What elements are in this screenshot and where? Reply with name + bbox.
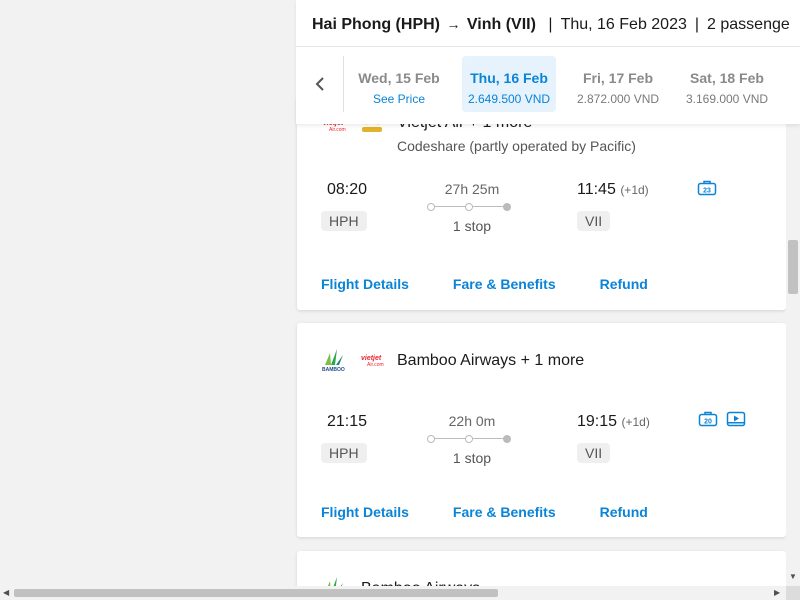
day-offset: (+1d) xyxy=(621,415,650,429)
airline-name: Bamboo Airways + 1 more xyxy=(397,352,585,369)
entertainment-icon xyxy=(726,411,746,427)
svg-text:Air.com: Air.com xyxy=(329,127,346,133)
refund-link[interactable]: Refund xyxy=(600,276,648,292)
date-label: Wed, 15 Feb xyxy=(358,70,440,86)
prev-dates-button[interactable] xyxy=(296,56,344,112)
scroll-down-icon[interactable]: ▼ xyxy=(789,572,797,581)
scroll-right-icon[interactable]: ▶ xyxy=(774,588,780,597)
fare-benefits-link[interactable]: Fare & Benefits xyxy=(453,504,556,520)
codeshare-note: Codeshare (partly operated by Pacific) xyxy=(397,138,636,154)
separator: | xyxy=(694,16,700,33)
arrive-time: 11:45 (+1d) xyxy=(577,181,649,198)
vietjet-logo-icon: vietjetAir.com xyxy=(361,355,384,368)
duration: 27h 25m xyxy=(444,181,500,197)
flight-card-1[interactable]: vietjetAir.com Vietjet Air + 1 more Code… xyxy=(297,96,786,310)
svg-text:BAMBOO: BAMBOO xyxy=(322,367,345,373)
fare-benefits-link[interactable]: Fare & Benefits xyxy=(453,276,556,292)
depart-time: 21:15 xyxy=(327,413,368,430)
refund-link[interactable]: Refund xyxy=(600,504,648,520)
horizontal-scroll-thumb[interactable] xyxy=(14,589,498,597)
scrollbar-corner xyxy=(786,586,800,600)
amenities: 20 xyxy=(698,411,746,427)
svg-text:vietjet: vietjet xyxy=(361,355,382,362)
stops-count: 1 stop xyxy=(452,218,492,234)
amenities: 23 xyxy=(697,180,717,196)
passenger-count: 2 passenge xyxy=(707,16,790,33)
flight-details-link[interactable]: Flight Details xyxy=(321,276,409,292)
see-price-link[interactable]: See Price xyxy=(352,92,446,106)
destination: Vinh (VII) xyxy=(466,16,536,33)
stop-track xyxy=(427,203,511,211)
chevron-left-icon xyxy=(315,77,324,91)
route-summary: Hai Phong (HPH) → Vinh (VII) | Thu, 16 Fe… xyxy=(312,14,790,35)
arrive-code: VII xyxy=(577,211,611,231)
route-arrow: → xyxy=(446,16,461,32)
scroll-left-icon[interactable]: ◀ xyxy=(3,588,9,597)
search-summary-header: Hai Phong (HPH) → Vinh (VII) | Thu, 16 Fe… xyxy=(296,0,800,124)
stop-track xyxy=(427,435,511,443)
depart-time: 08:20 xyxy=(327,181,368,198)
origin: Hai Phong (HPH) xyxy=(312,16,440,33)
date-label: Sat, 18 Feb xyxy=(690,70,764,86)
flight-links: Flight Details Fare & Benefits Refund xyxy=(321,504,648,520)
horizontal-scrollbar[interactable]: ◀ ▶ xyxy=(0,586,786,600)
depart-code: HPH xyxy=(321,211,367,231)
date-label: Fri, 17 Feb xyxy=(582,70,654,86)
flight-details-link[interactable]: Flight Details xyxy=(321,504,409,520)
svg-text:20: 20 xyxy=(704,419,712,426)
svg-text:23: 23 xyxy=(703,188,711,195)
date-price: 2.649.500 VND xyxy=(467,92,551,106)
date-tab-wed-15[interactable]: Wed, 15 Feb See Price xyxy=(352,56,446,112)
stops-count: 1 stop xyxy=(452,450,492,466)
date-label: Thu, 16 Feb xyxy=(470,70,548,86)
day-offset: (+1d) xyxy=(620,183,649,197)
svg-text:Air.com: Air.com xyxy=(367,362,384,368)
flight-links: Flight Details Fare & Benefits Refund xyxy=(321,276,648,292)
date-selector: Wed, 15 Feb See Price Thu, 16 Feb 2.649.… xyxy=(296,47,800,124)
separator: | xyxy=(548,16,553,33)
flight-card-2[interactable]: BAMBOO vietjet Air.com Bamboo Airways + 1… xyxy=(297,323,786,537)
date-price: 3.169.000 VND xyxy=(685,92,769,106)
arrive-code: VII xyxy=(577,443,611,463)
baggage-icon: 23 xyxy=(697,180,717,196)
arrive-time: 19:15 (+1d) xyxy=(577,413,650,430)
date-tab-thu-16[interactable]: Thu, 16 Feb 2.649.500 VND xyxy=(462,56,556,112)
date-tab-sat-18[interactable]: Sat, 18 Feb 3.169.000 VND xyxy=(680,56,774,112)
date-price: 2.872.000 VND xyxy=(576,92,660,106)
baggage-icon: 20 xyxy=(698,411,718,427)
depart-code: HPH xyxy=(321,443,367,463)
date-tab-fri-17[interactable]: Fri, 17 Feb 2.872.000 VND xyxy=(571,56,665,112)
duration: 22h 0m xyxy=(448,413,496,429)
vertical-scroll-thumb[interactable] xyxy=(788,240,798,294)
bamboo-logo-icon: BAMBOO xyxy=(322,349,345,373)
travel-date: Thu, 16 Feb 2023 xyxy=(560,16,687,33)
airline-logos: BAMBOO vietjet Air.com xyxy=(321,347,385,373)
